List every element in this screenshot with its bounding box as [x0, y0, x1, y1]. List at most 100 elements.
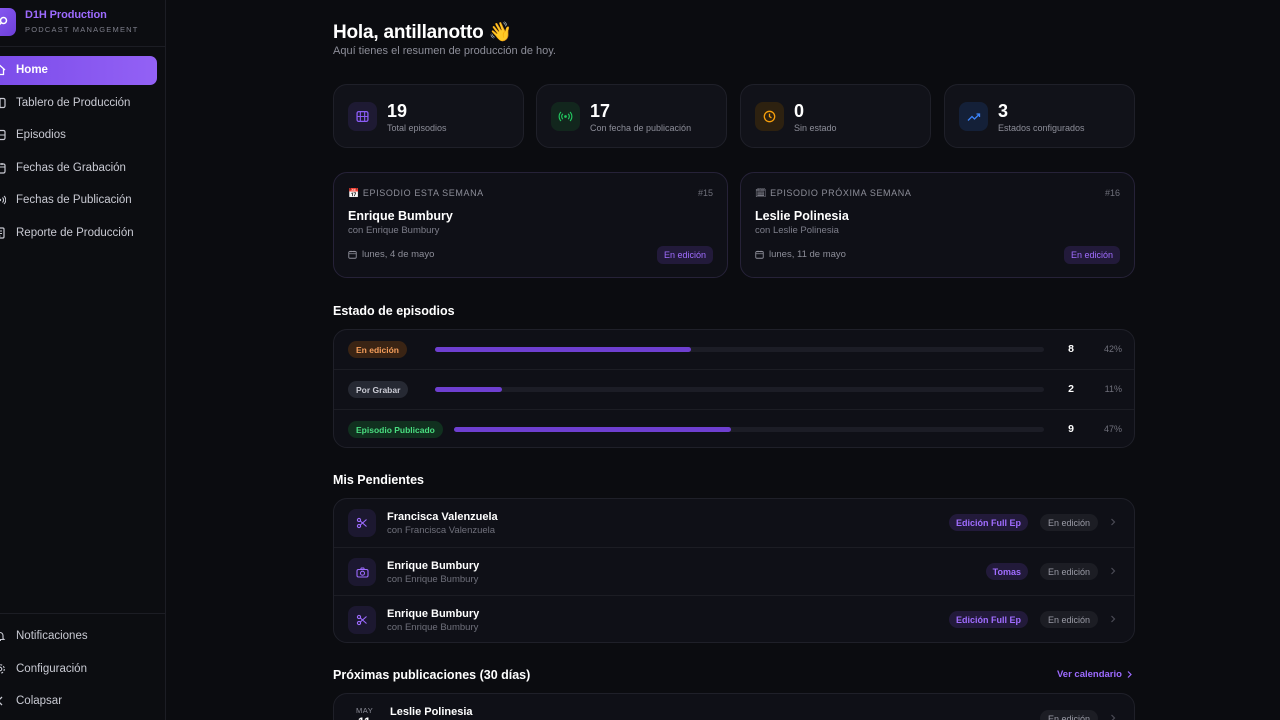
- chevron-right-icon: [1111, 518, 1116, 526]
- publication-row[interactable]: MAY 11 Leslie Polinesia En edición: [334, 694, 1134, 720]
- status-count: 8: [1068, 343, 1074, 355]
- status-badge: En edición: [1039, 563, 1098, 580]
- view-calendar-link[interactable]: Ver calendario: [1057, 669, 1133, 680]
- sidebar-item-reporte[interactable]: Reporte de Producción: [0, 219, 157, 248]
- section-title-publicaciones: Próximas publicaciones (30 días): [333, 668, 531, 682]
- status-pill: Episodio Publicado: [348, 421, 443, 438]
- status-count: 9: [1068, 423, 1074, 435]
- task-badge: Tomas: [985, 563, 1028, 580]
- status-badge: En edición: [1039, 514, 1098, 531]
- stat-value: 0: [794, 101, 805, 121]
- sidebar-item-tablero[interactable]: Tablero de Producción: [0, 89, 157, 118]
- status-percent: 47%: [1103, 424, 1122, 434]
- sidebar-item-home[interactable]: Home: [0, 56, 157, 85]
- stat-card-sin-estado: 0 Sin estado: [740, 84, 931, 148]
- episode-guest: con Leslie Polinesia: [755, 225, 839, 236]
- stat-label: Sin estado: [794, 123, 837, 133]
- status-badge: En edición: [1039, 710, 1098, 720]
- sidebar-item-colapsar[interactable]: Colapsar: [0, 687, 157, 716]
- episode-kicker: 📅 EPISODIO ESTA SEMANA: [348, 188, 484, 198]
- sidebar-item-notificaciones[interactable]: Notificaciones: [0, 622, 157, 651]
- status-badge: En edición: [656, 246, 713, 264]
- bell-icon: [0, 632, 6, 642]
- film-icon: [348, 102, 377, 131]
- broadcast-icon: [551, 102, 580, 131]
- sidebar-item-label: Tablero de Producción: [16, 96, 131, 109]
- brand[interactable]: D1H Production PODCAST MANAGEMENT: [0, 6, 166, 46]
- broadcast-icon: [0, 195, 6, 205]
- progress-fill: [454, 427, 732, 432]
- scissors-icon: [348, 606, 376, 634]
- brand-title: D1H Production: [25, 9, 107, 21]
- stat-value: 19: [387, 101, 408, 121]
- sidebar-item-publicacion[interactable]: Fechas de Publicación: [0, 186, 157, 215]
- episode-kicker: 🗓 EPISODIO PRÓXIMA SEMANA: [755, 188, 912, 198]
- publication-title: Leslie Polinesia: [390, 706, 473, 718]
- sidebar-item-label: Notificaciones: [16, 630, 88, 642]
- sidebar-item-label: Reporte de Producción: [16, 226, 134, 239]
- sidebar-item-episodios[interactable]: Episodios: [0, 121, 157, 150]
- status-pill: En edición: [348, 341, 407, 358]
- episode-number: #15: [697, 188, 713, 198]
- pending-row[interactable]: Enrique Bumbury con Enrique Bumbury Toma…: [334, 547, 1134, 595]
- pending-title: Enrique Bumbury: [387, 608, 480, 620]
- chevron-left-icon: [0, 696, 3, 706]
- status-row: Episodio Publicado 9 47%: [334, 409, 1134, 447]
- home-icon: [0, 64, 6, 76]
- status-badge: En edición: [1063, 246, 1120, 264]
- section-title-pendientes: Mis Pendientes: [333, 473, 424, 487]
- stat-label: Total episodios: [387, 123, 447, 133]
- pending-guest: con Enrique Bumbury: [387, 574, 479, 585]
- status-panel: En edición 8 42% Por Grabar 2 11% Episod…: [333, 329, 1135, 448]
- divider: [0, 613, 166, 614]
- stat-card-estados: 3 Estados configurados: [944, 84, 1135, 148]
- stat-value: 3: [998, 101, 1009, 121]
- page-title: Hola, antillanotto 👋: [333, 22, 513, 43]
- episode-guest: con Enrique Bumbury: [348, 225, 440, 236]
- chevron-right-icon: [1127, 671, 1132, 678]
- stat-card-total: 19 Total episodios: [333, 84, 524, 148]
- sidebar-item-label: Colapsar: [16, 695, 63, 707]
- sidebar-item-label: Home: [16, 64, 48, 76]
- stat-label: Estados configurados: [998, 123, 1085, 133]
- view-calendar-label: Ver calendario: [1057, 669, 1122, 680]
- episode-card-next-week[interactable]: 🗓 EPISODIO PRÓXIMA SEMANA #16 Leslie Pol…: [740, 172, 1135, 278]
- episode-date-text: lunes, 4 de mayo: [362, 249, 435, 260]
- stat-label: Con fecha de publicación: [590, 123, 692, 133]
- sidebar-item-label: Fechas de Grabación: [16, 161, 126, 174]
- film-icon: [0, 129, 6, 141]
- status-pill: Por Grabar: [348, 381, 409, 398]
- section-title-estado: Estado de episodios: [333, 304, 455, 318]
- calendar-icon: [755, 250, 764, 259]
- pending-title: Francisca Valenzuela: [387, 511, 498, 523]
- pending-guest: con Enrique Bumbury: [387, 622, 479, 633]
- progress-fill: [435, 347, 691, 352]
- progress-fill: [435, 387, 502, 392]
- sidebar-item-label: Fechas de Publicación: [16, 194, 132, 206]
- sidebar-item-configuracion[interactable]: Configuración: [0, 655, 157, 684]
- main-content: Hola, antillanotto 👋 Aquí tienes el resu…: [166, 0, 1280, 720]
- sidebar-bottom-nav: Notificaciones Configuración Colapsar: [0, 622, 166, 720]
- pending-row[interactable]: Francisca Valenzuela con Francisca Valen…: [334, 499, 1134, 547]
- stat-card-publicacion: 17 Con fecha de publicación: [536, 84, 727, 148]
- progress-bar: [435, 387, 1044, 392]
- pending-row[interactable]: Enrique Bumbury con Enrique Bumbury Edic…: [334, 595, 1134, 642]
- report-icon: [0, 226, 5, 239]
- scissors-icon: [348, 509, 376, 537]
- task-badge: Edición Full Ep: [949, 514, 1028, 531]
- publications-panel: MAY 11 Leslie Polinesia En edición: [333, 693, 1135, 720]
- chevron-right-icon: [1111, 615, 1116, 623]
- episode-title: Leslie Polinesia: [755, 209, 849, 223]
- episode-date: lunes, 4 de mayo: [348, 249, 434, 260]
- sidebar-item-grabacion[interactable]: Fechas de Grabación: [0, 154, 157, 183]
- task-badge: Edición Full Ep: [949, 611, 1028, 628]
- status-row: En edición 8 42%: [334, 330, 1134, 369]
- chevron-right-icon: [1111, 714, 1116, 720]
- brand-subtitle: PODCAST MANAGEMENT: [25, 25, 139, 34]
- status-row: Por Grabar 2 11%: [334, 369, 1134, 408]
- page-subtitle: Aquí tienes el resumen de producción de …: [333, 45, 556, 57]
- sidebar-nav: Home Tablero de Producción Episodios Fec…: [0, 56, 166, 251]
- sidebar-item-label: Episodios: [16, 129, 66, 141]
- camera-icon: [348, 558, 376, 586]
- episode-card-this-week[interactable]: 📅 EPISODIO ESTA SEMANA #15 Enrique Bumbu…: [333, 172, 728, 278]
